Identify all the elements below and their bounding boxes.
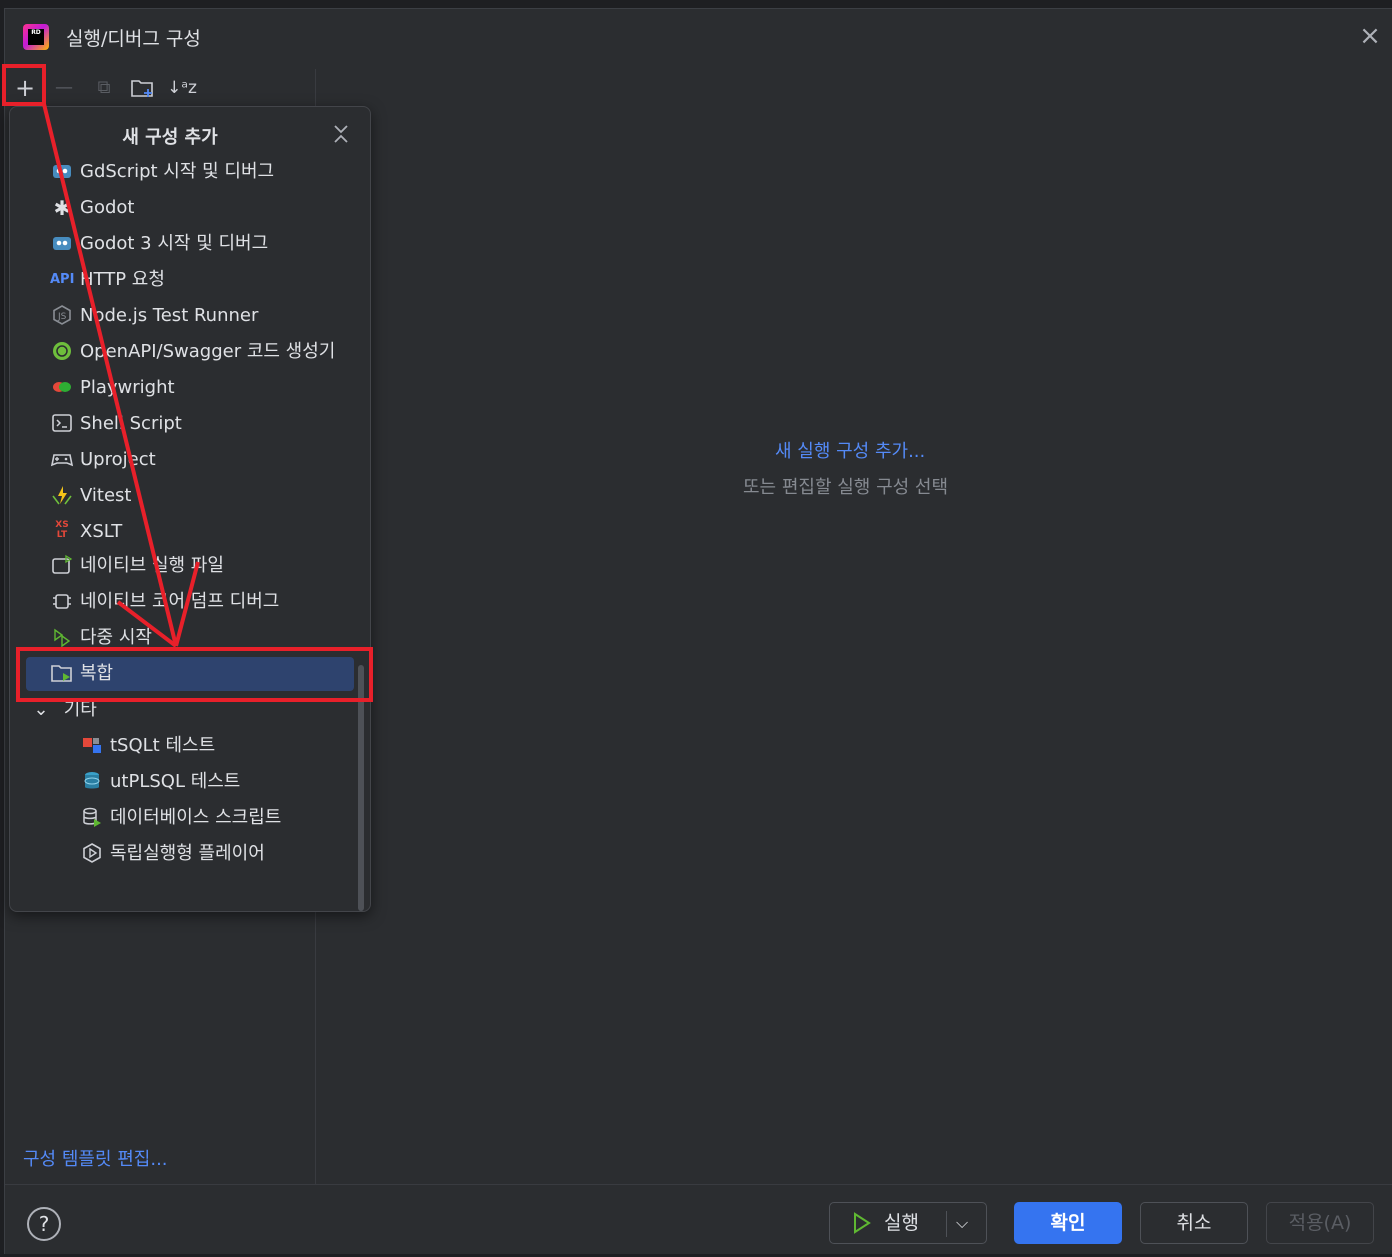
annotation-arrow: [42, 103, 200, 648]
